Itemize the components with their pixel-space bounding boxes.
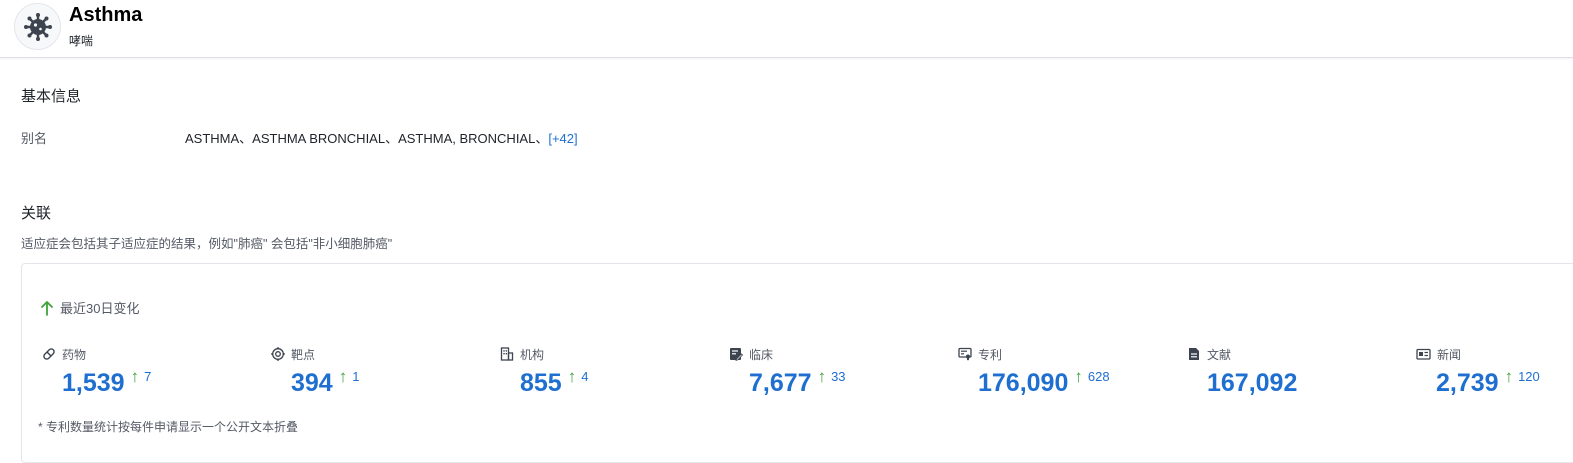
stat-literature[interactable]: 文献 167,092 [1187,346,1407,406]
stat-delta-value: 7 [144,369,152,384]
stat-clinical[interactable]: 临床 7,677 ↑ 33 [729,346,949,406]
building-icon [500,347,514,361]
stat-delta: ↑ 120 [1505,368,1540,386]
arrow-up-icon: ↑ [1074,367,1083,386]
stat-value: 1,539 [62,369,125,397]
stat-value: 176,090 [978,369,1069,397]
stat-delta: ↑ 1 [339,368,360,386]
alias-text: ASTHMA、ASTHMA BRONCHIAL、ASTHMA, BRONCHIA… [185,131,549,146]
stat-targets[interactable]: 靶点 394 ↑ 1 [271,346,491,406]
alias-label: 别名 [21,131,48,146]
page-title: Asthma [69,4,143,26]
stat-delta-value: 33 [831,369,846,384]
stat-news[interactable]: 新闻 2,739 ↑ 120 [1416,346,1573,406]
stat-delta-value: 1 [352,369,360,384]
stat-delta: ↑ 4 [568,368,589,386]
stat-delta-value: 4 [581,369,589,384]
patent-icon [958,347,972,361]
arrow-up-icon: ↑ [1504,367,1514,386]
patent-footnote: * 专利数量统计按每件申请显示一个公开文本折叠 [38,420,299,434]
stat-label: 专利 [978,347,1003,362]
news-icon [1416,348,1431,360]
arrow-up-icon: ↑ [130,367,140,386]
alias-value: ASTHMA、ASTHMA BRONCHIAL、ASTHMA, BRONCHIA… [185,128,578,147]
recent-change-label: 最近30日变化 [40,298,139,317]
stat-value: 855 [520,369,562,397]
arrow-up-icon: ↑ [567,367,577,386]
target-icon [271,347,285,361]
stat-label: 临床 [749,347,774,362]
stat-delta: ↑ 33 [818,368,846,386]
document-icon [1189,348,1199,360]
stat-value: 2,739 [1436,369,1499,397]
page-header: Asthma 哮喘 [0,0,1573,58]
stat-delta: ↑ 7 [131,368,152,386]
page-subtitle: 哮喘 [69,34,94,48]
alias-more-link[interactable]: [+42] [548,131,577,146]
stat-value: 394 [291,369,333,397]
stat-delta-value: 628 [1087,369,1110,384]
disease-avatar [14,3,61,50]
stat-value: 7,677 [749,369,812,397]
stat-label: 新闻 [1437,347,1462,362]
relation-note: 适应症会包括其子适应症的结果，例如"肺癌" 会包括"非小细胞肺癌" [21,237,393,251]
stat-label: 文献 [1207,347,1232,362]
stat-organizations[interactable]: 机构 855 ↑ 4 [500,346,720,406]
stat-drugs[interactable]: 药物 1,539 ↑ 7 [42,346,262,406]
stat-label: 药物 [62,347,87,362]
clinical-icon [730,348,743,361]
arrow-up-icon: ↑ [338,367,348,386]
stat-delta: ↑ 628 [1074,368,1109,386]
recent-change-text: 最近30日变化 [60,301,140,316]
relation-title: 关联 [21,205,52,222]
pill-icon [43,348,55,360]
arrow-up-icon [41,300,53,316]
stat-patents[interactable]: 专利 176,090 ↑ 628 [958,346,1178,406]
stat-delta-value: 120 [1518,369,1540,384]
basic-info-title: 基本信息 [21,88,82,105]
stat-label: 机构 [520,347,545,362]
stats-panel: 最近30日变化 药物 1,539 ↑ 7 靶点 394 ↑ 1 机构 855 ↑… [21,263,1573,463]
virus-icon [23,12,52,41]
stat-label: 靶点 [291,347,316,362]
arrow-up-icon: ↑ [817,367,827,386]
stat-value: 167,092 [1207,369,1298,397]
